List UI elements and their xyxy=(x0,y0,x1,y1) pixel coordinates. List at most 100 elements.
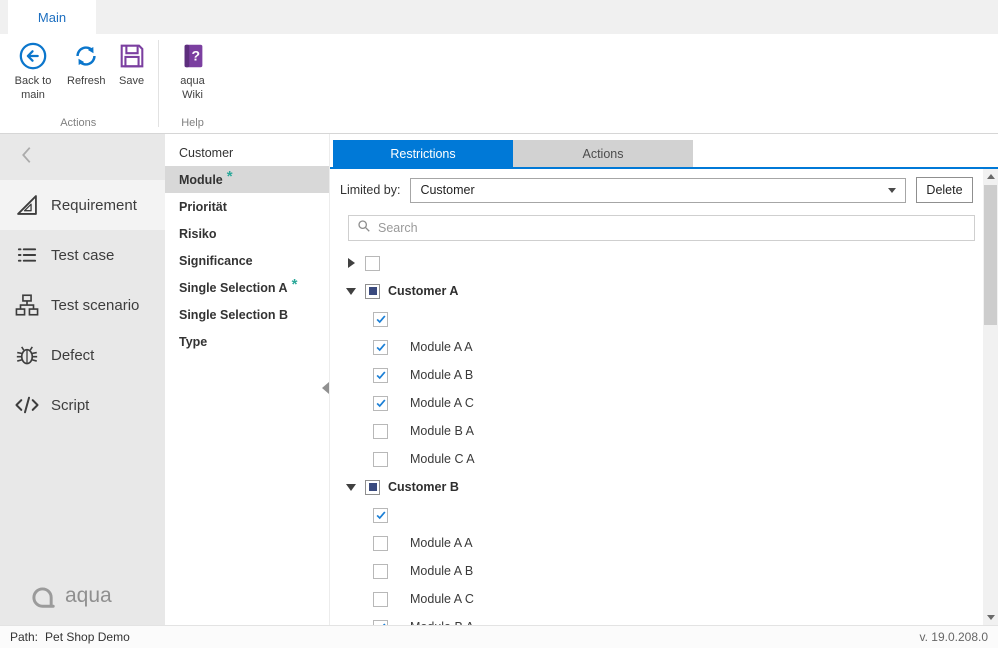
scroll-up-icon[interactable] xyxy=(983,169,998,184)
field-label: Type xyxy=(179,335,207,349)
field-label: Risiko xyxy=(179,227,217,241)
checkbox-checked[interactable] xyxy=(373,368,388,383)
tab-restrictions[interactable]: Restrictions xyxy=(333,140,513,167)
checkbox-unchecked[interactable] xyxy=(373,452,388,467)
vertical-scrollbar[interactable] xyxy=(983,169,998,625)
sidebar-item-label: Script xyxy=(51,397,89,414)
sidebar-collapse-button[interactable] xyxy=(0,134,165,180)
tree-row[interactable]: Module A B xyxy=(330,361,998,389)
save-icon xyxy=(117,41,147,71)
chevron-down-icon xyxy=(888,188,896,193)
delete-button[interactable]: Delete xyxy=(916,177,973,203)
checkbox-unchecked[interactable] xyxy=(373,564,388,579)
field-item-module[interactable]: Module* xyxy=(165,166,329,193)
ribbon-group-help: ? aqua Wiki Help xyxy=(164,34,222,133)
limited-by-dropdown[interactable]: Customer xyxy=(410,178,906,203)
checkbox-checked[interactable] xyxy=(373,312,388,327)
sidebar-item-test-case[interactable]: Test case xyxy=(0,230,165,280)
tree-row[interactable] xyxy=(330,249,998,277)
tree-row[interactable]: Customer A xyxy=(330,277,998,305)
checkbox-checked[interactable] xyxy=(373,396,388,411)
tree-row[interactable]: Module B A xyxy=(330,613,998,625)
partial-check-mark xyxy=(369,287,377,295)
sidebar-item-label: Requirement xyxy=(51,197,137,214)
status-bar: Path: Pet Shop Demo v. 19.0.208.0 xyxy=(0,625,998,648)
expander-expanded-icon[interactable] xyxy=(346,285,357,297)
expander-collapsed-icon[interactable] xyxy=(346,257,357,269)
sidebar-item-requirement[interactable]: Requirement xyxy=(0,180,165,230)
checkbox-unchecked[interactable] xyxy=(373,424,388,439)
field-item-single-selection-b[interactable]: Single Selection B xyxy=(165,301,329,328)
ribbon-tab-main[interactable]: Main xyxy=(8,0,96,34)
field-item-single-selection-a[interactable]: Single Selection A* xyxy=(165,274,329,301)
tree-row[interactable] xyxy=(330,305,998,333)
app-window: Main Back to main Refresh Save Actions ?… xyxy=(0,0,998,648)
main-tabs: Restrictions Actions xyxy=(330,140,998,169)
tree-row[interactable]: Module A B xyxy=(330,557,998,585)
ribbon-group-buttons: Back to main Refresh Save xyxy=(4,34,153,117)
ribbon-tabstrip: Main xyxy=(0,0,998,34)
ribbon-button-label: Back to main xyxy=(9,74,57,103)
sidebar: Requirement Test case Test scenario Defe… xyxy=(0,134,165,625)
back-to-main-button[interactable]: Back to main xyxy=(4,39,62,105)
tree-row[interactable]: Customer B xyxy=(330,473,998,501)
limited-by-row: Limited by: Customer Delete xyxy=(340,177,973,203)
aqua-logo: aqua xyxy=(30,583,112,609)
limited-by-label: Limited by: xyxy=(340,183,400,197)
save-button[interactable]: Save xyxy=(111,39,153,90)
search-input[interactable] xyxy=(378,221,966,235)
expander-expanded-icon[interactable] xyxy=(346,481,357,493)
tree-item-label: Module A C xyxy=(410,396,474,410)
tree-row[interactable]: Module C A xyxy=(330,445,998,473)
ribbon: Main Back to main Refresh Save Actions ?… xyxy=(0,0,998,134)
tree-row[interactable]: Module A A xyxy=(330,529,998,557)
tree-row[interactable] xyxy=(330,501,998,529)
checkbox-partial[interactable] xyxy=(365,284,380,299)
refresh-icon xyxy=(71,41,101,71)
tree-item-label: Customer B xyxy=(388,480,459,494)
tree-item-label: Module C A xyxy=(410,452,475,466)
checkbox-unchecked[interactable] xyxy=(373,536,388,551)
checkbox-partial[interactable] xyxy=(365,480,380,495)
ribbon-group-actions: Back to main Refresh Save Actions xyxy=(4,34,153,133)
field-item-significance[interactable]: Significance xyxy=(165,247,329,274)
ribbon-group-buttons: ? aqua Wiki xyxy=(164,34,222,117)
restrictions-tree: Customer AModule A AModule A BModule A C… xyxy=(330,249,998,625)
aqua-wiki-button[interactable]: ? aqua Wiki xyxy=(164,39,222,105)
field-label: Customer xyxy=(179,146,233,160)
scrollbar-thumb[interactable] xyxy=(984,185,997,325)
refresh-button[interactable]: Refresh xyxy=(62,39,111,90)
field-item-priorit-t[interactable]: Priorität xyxy=(165,193,329,220)
fields-panel: Customer Module* Priorität Risiko Signif… xyxy=(165,134,330,625)
sidebar-item-test-scenario[interactable]: Test scenario xyxy=(0,280,165,330)
checkbox-unchecked[interactable] xyxy=(373,592,388,607)
field-item-risiko[interactable]: Risiko xyxy=(165,220,329,247)
path-label: Path: xyxy=(10,630,38,644)
field-item-customer[interactable]: Customer xyxy=(165,139,329,166)
scroll-down-icon[interactable] xyxy=(983,610,998,625)
version-label: v. 19.0.208.0 xyxy=(920,630,989,644)
tab-actions[interactable]: Actions xyxy=(513,140,693,167)
field-label: Single Selection B xyxy=(179,308,288,322)
field-label: Significance xyxy=(179,254,253,268)
sidebar-item-script[interactable]: Script xyxy=(0,380,165,430)
tree-row[interactable]: Module A C xyxy=(330,389,998,417)
tree-item-label: Customer A xyxy=(388,284,458,298)
checkbox-unchecked[interactable] xyxy=(365,256,380,271)
checkbox-checked[interactable] xyxy=(373,508,388,523)
tree-item-label: Module A B xyxy=(410,368,473,382)
tree-row[interactable]: Module A A xyxy=(330,333,998,361)
panel-collapse-handle[interactable] xyxy=(322,382,329,394)
sidebar-item-defect[interactable]: Defect xyxy=(0,330,165,380)
sidebar-items: Requirement Test case Test scenario Defe… xyxy=(0,180,165,430)
set-square-icon xyxy=(14,192,40,218)
field-label: Module xyxy=(179,173,223,187)
sidebar-item-label: Test case xyxy=(51,247,114,264)
checkbox-checked[interactable] xyxy=(373,340,388,355)
field-item-type[interactable]: Type xyxy=(165,328,329,355)
tree-row[interactable]: Module B A xyxy=(330,417,998,445)
tree-item-label: Module B A xyxy=(410,424,474,438)
ribbon-group-label: Help xyxy=(164,117,222,133)
field-label: Single Selection A xyxy=(179,281,288,295)
tree-row[interactable]: Module A C xyxy=(330,585,998,613)
